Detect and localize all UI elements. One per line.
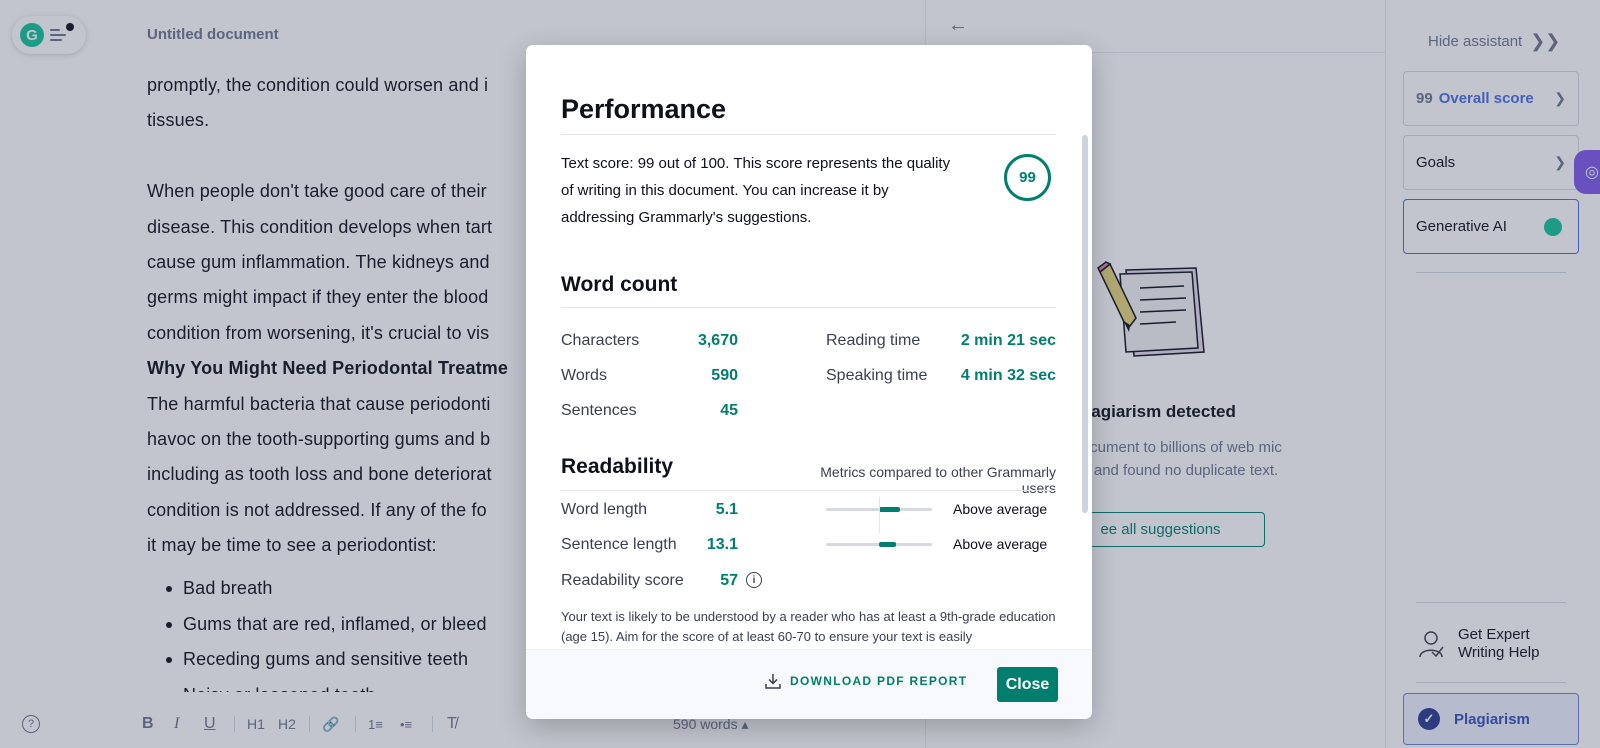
- readability-score-value: 57: [720, 572, 738, 589]
- close-button[interactable]: Close: [997, 667, 1058, 702]
- sentence-length-value: 13.1: [706, 536, 738, 553]
- text-score-ring: 99: [1004, 154, 1051, 201]
- word-length-label: Word length: [561, 501, 647, 518]
- readability-score-label: Readability score: [561, 572, 684, 589]
- word-length-bar-fill: [879, 507, 901, 512]
- download-pdf-report-label: DOWNLOAD PDF REPORT: [790, 674, 968, 688]
- readability-title: Readability: [561, 455, 674, 478]
- metrics-comparison-note: Metrics compared to other Grammarly user…: [820, 464, 1056, 496]
- sentence-length-rating: Above average: [953, 536, 1048, 552]
- performance-title: Performance: [561, 94, 727, 124]
- reading-time-label: Reading time: [826, 332, 921, 349]
- download-pdf-report-button[interactable]: DOWNLOAD PDF REPORT: [764, 672, 967, 690]
- performance-modal: Performance Text score: 99 out of 100. T…: [526, 45, 1092, 719]
- info-icon[interactable]: i: [746, 572, 762, 588]
- speaking-time-value: 4 min 32 sec: [960, 367, 1056, 384]
- sentence-length-label: Sentence length: [561, 536, 677, 553]
- sentences-label: Sentences: [561, 402, 637, 419]
- words-value: 590: [711, 367, 738, 384]
- word-length-rating: Above average: [953, 501, 1048, 517]
- word-length-value: 5.1: [715, 501, 738, 518]
- word-count-title: Word count: [561, 273, 678, 296]
- sentences-value: 45: [720, 402, 738, 419]
- readability-explanation: Your text is likely to be understood by …: [561, 609, 1056, 644]
- score-description: Text score: 99 out of 100. This score re…: [561, 155, 951, 226]
- reading-time-value: 2 min 21 sec: [960, 332, 1056, 349]
- modal-content[interactable]: Performance Text score: 99 out of 100. T…: [526, 45, 1092, 649]
- sentence-length-bar: [826, 542, 932, 547]
- modal-footer: DOWNLOAD PDF REPORT Close: [526, 649, 1092, 719]
- sentence-length-bar-fill: [879, 542, 896, 547]
- download-icon: [765, 674, 781, 689]
- words-label: Words: [561, 367, 607, 384]
- characters-value: 3,670: [697, 332, 738, 349]
- modal-scrollbar[interactable]: [1082, 135, 1088, 513]
- speaking-time-label: Speaking time: [826, 367, 928, 384]
- characters-label: Characters: [561, 332, 640, 349]
